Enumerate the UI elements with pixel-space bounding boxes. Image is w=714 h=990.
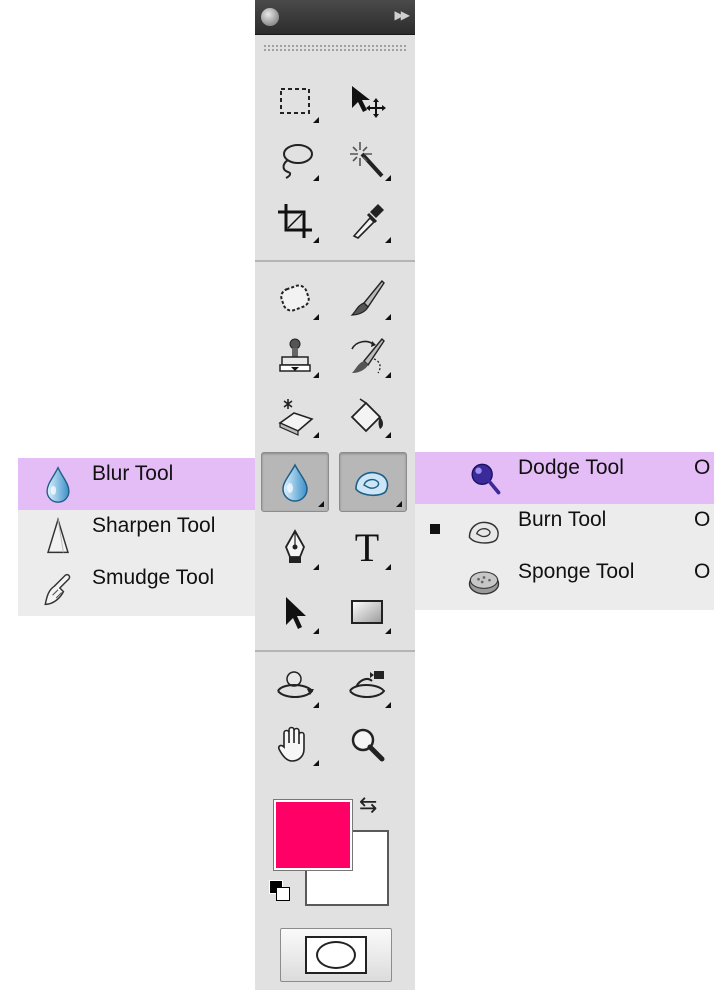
crop-icon bbox=[278, 204, 312, 238]
hand-icon bbox=[278, 726, 305, 762]
collapse-arrows-icon[interactable]: ▶▶ bbox=[395, 8, 411, 22]
menu-item-burn-tool[interactable]: Burn Tool O bbox=[410, 504, 714, 556]
blur-drop-icon bbox=[282, 463, 308, 502]
3d-orbit-icon bbox=[349, 671, 386, 698]
zoom-icon bbox=[351, 728, 385, 762]
tool-hand[interactable] bbox=[267, 718, 323, 770]
menu-item-shortcut: O bbox=[694, 560, 711, 583]
tool-3d-orbit[interactable] bbox=[339, 660, 395, 712]
menu-item-sponge-tool[interactable]: Sponge Tool O bbox=[410, 556, 714, 608]
menu-item-smudge-tool[interactable]: Smudge Tool bbox=[18, 562, 255, 614]
sharpen-icon bbox=[38, 514, 78, 558]
tool-eyedropper[interactable] bbox=[339, 195, 395, 247]
tool-eraser[interactable] bbox=[267, 390, 323, 442]
tool-move[interactable] bbox=[339, 75, 395, 127]
menu-item-label: Dodge Tool bbox=[518, 456, 624, 479]
menu-item-shortcut: O bbox=[694, 456, 711, 479]
panel-titlebar[interactable]: ▶▶ bbox=[255, 0, 415, 35]
3d-rotate-icon bbox=[277, 671, 314, 698]
magic-wand-icon bbox=[350, 142, 384, 178]
menu-item-sharpen-tool[interactable]: Sharpen Tool bbox=[18, 510, 255, 562]
menu-item-label: Blur Tool bbox=[92, 462, 174, 485]
close-panel-button[interactable] bbox=[261, 8, 279, 26]
history-brush-icon bbox=[351, 337, 385, 374]
menu-item-dodge-tool[interactable]: Dodge Tool O bbox=[410, 452, 714, 504]
paint-bucket-icon bbox=[350, 398, 383, 433]
foreground-color-swatch[interactable] bbox=[273, 799, 353, 871]
tool-spot-healing[interactable] bbox=[267, 272, 323, 324]
tool-history-brush[interactable] bbox=[339, 330, 395, 382]
toolbar-separator bbox=[255, 650, 415, 652]
blur-tool-flyout: Blur Tool Sharpen Tool Smudge Tool bbox=[18, 458, 255, 616]
panel-grip[interactable] bbox=[263, 44, 407, 52]
quick-mask-button[interactable] bbox=[280, 928, 392, 982]
eyedropper-icon bbox=[352, 204, 384, 239]
tool-dodge[interactable] bbox=[339, 452, 407, 512]
arrow-icon bbox=[286, 597, 306, 629]
blur-drop-icon bbox=[38, 462, 78, 506]
stamp-icon bbox=[279, 338, 311, 372]
tool-brush[interactable] bbox=[339, 272, 395, 324]
menu-item-shortcut: O bbox=[694, 508, 711, 531]
brush-icon bbox=[350, 279, 385, 316]
tool-crop[interactable] bbox=[267, 195, 323, 247]
rectangle-icon bbox=[351, 600, 383, 624]
tool-clone-stamp[interactable] bbox=[267, 330, 323, 382]
tools-panel: ▶▶ T ⇆ bbox=[255, 0, 415, 990]
tool-zoom[interactable] bbox=[339, 718, 395, 770]
dodge-icon bbox=[464, 456, 504, 500]
bandage-icon bbox=[280, 284, 310, 312]
toolbar-separator bbox=[255, 260, 415, 262]
default-colors-icon[interactable] bbox=[269, 880, 291, 902]
tool-magic-wand[interactable] bbox=[339, 133, 395, 185]
menu-item-label: Smudge Tool bbox=[92, 566, 215, 589]
tool-3d-rotate[interactable] bbox=[267, 660, 323, 712]
move-icon bbox=[352, 86, 386, 118]
tool-path-selection[interactable] bbox=[267, 586, 323, 638]
tool-rectangular-marquee[interactable] bbox=[267, 75, 323, 127]
eraser-icon bbox=[278, 399, 314, 436]
tool-pen[interactable] bbox=[267, 522, 323, 574]
swap-colors-icon[interactable]: ⇆ bbox=[359, 792, 377, 818]
menu-item-label: Sponge Tool bbox=[518, 560, 635, 583]
marquee-icon bbox=[280, 88, 310, 114]
pen-icon bbox=[285, 529, 305, 563]
tool-blur[interactable] bbox=[261, 452, 329, 512]
tool-paint-bucket[interactable] bbox=[339, 390, 395, 442]
dodge-tool-flyout: Dodge Tool O Burn Tool O Sponge Tool O bbox=[410, 452, 714, 610]
sponge-icon bbox=[464, 560, 504, 604]
tool-type[interactable]: T bbox=[339, 522, 395, 574]
menu-item-label: Sharpen Tool bbox=[92, 514, 216, 537]
smudge-icon bbox=[38, 566, 78, 610]
burn-icon bbox=[464, 508, 504, 552]
lasso-icon bbox=[282, 144, 313, 179]
menu-item-blur-tool[interactable]: Blur Tool bbox=[18, 458, 255, 510]
dodge-icon bbox=[355, 471, 389, 497]
tool-rectangle-shape[interactable] bbox=[339, 586, 395, 638]
quick-mask-icon bbox=[305, 936, 367, 974]
tool-lasso[interactable] bbox=[267, 133, 323, 185]
menu-item-label: Burn Tool bbox=[518, 508, 607, 531]
type-icon: T bbox=[354, 525, 380, 570]
selected-indicator bbox=[430, 524, 440, 534]
